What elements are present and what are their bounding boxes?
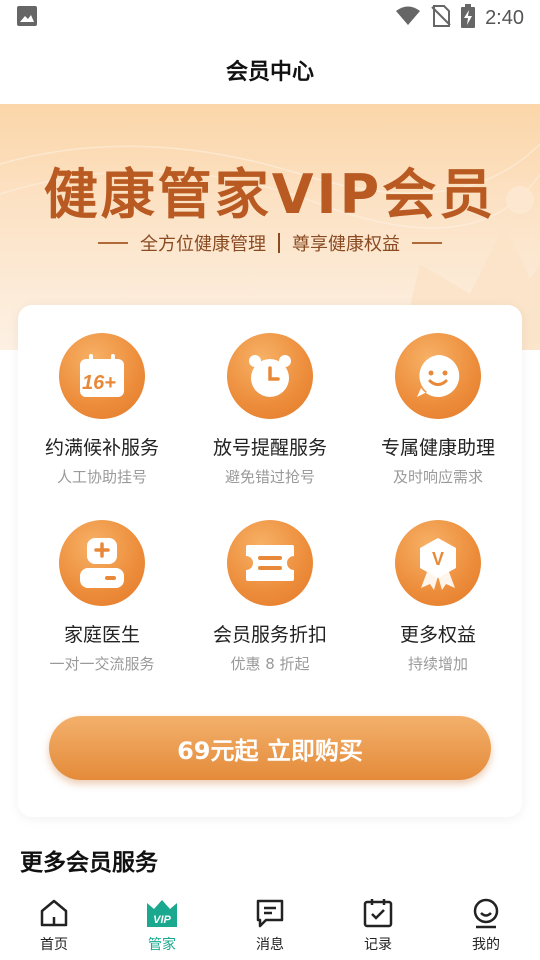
vip-crown-icon: VIP <box>145 896 179 930</box>
coupon-icon <box>227 520 313 606</box>
calendar-check-icon <box>361 896 395 930</box>
home-icon <box>37 896 71 930</box>
tab-records[interactable]: 记录 <box>324 890 432 960</box>
status-bar: 2:40 <box>0 0 540 36</box>
vip-medal-icon: V <box>395 520 481 606</box>
calendar-icon: 16+ <box>59 333 145 419</box>
feature-assistant[interactable]: 专属健康助理 及时响应需求 <box>354 333 522 503</box>
page-title: 会员中心 <box>225 60 314 85</box>
feature-more-benefits[interactable]: V 更多权益 持续增加 <box>354 520 522 690</box>
tab-home[interactable]: 首页 <box>0 890 108 960</box>
tab-label: 记录 <box>364 937 392 953</box>
divider <box>278 233 280 253</box>
alarm-clock-icon <box>227 333 313 419</box>
no-sim-icon <box>431 5 451 31</box>
divider <box>98 242 128 244</box>
tab-vip-badge: VIP <box>153 914 171 926</box>
feature-family-doctor[interactable]: 家庭医生 一对一交流服务 <box>18 520 186 690</box>
medal-badge: V <box>432 549 444 569</box>
nav-bar: 会员中心 <box>0 36 540 104</box>
tab-label: 首页 <box>40 937 68 953</box>
wifi-icon <box>395 6 421 30</box>
benefits-card: 16+ 约满候补服务 人工协助挂号 放号提醒服务 避免错过抢号 专属健康助理 及… <box>18 305 522 817</box>
tab-label: 我的 <box>472 937 500 953</box>
battery-charging-icon <box>461 4 476 32</box>
clock: 2:40 <box>485 6 524 29</box>
buy-now-button[interactable]: 69元起 立即购买 <box>49 716 491 780</box>
tab-label: 管家 <box>148 937 176 953</box>
banner-subtitle-right: 尊享健康权益 <box>292 234 400 255</box>
section-title: 更多会员服务 <box>20 850 158 876</box>
feature-reminder[interactable]: 放号提醒服务 避免错过抢号 <box>186 333 354 503</box>
tab-label: 消息 <box>256 937 284 953</box>
feature-title: 家庭医生 <box>63 624 140 646</box>
feature-title: 放号提醒服务 <box>212 437 327 459</box>
feature-desc: 优惠 8 折起 <box>230 655 310 673</box>
feature-title: 约满候补服务 <box>44 437 159 459</box>
gallery-notification-icon <box>16 5 38 31</box>
feature-desc: 人工协助挂号 <box>56 468 147 486</box>
doctor-icon <box>59 520 145 606</box>
divider <box>412 242 442 244</box>
feature-discount[interactable]: 会员服务折扣 优惠 8 折起 <box>186 520 354 690</box>
smiley-chat-icon <box>395 333 481 419</box>
feature-desc: 持续增加 <box>407 655 468 673</box>
profile-icon <box>469 896 503 930</box>
tab-messages[interactable]: 消息 <box>216 890 324 960</box>
tab-mine[interactable]: 我的 <box>432 890 540 960</box>
feature-title: 更多权益 <box>399 624 476 646</box>
calendar-badge: 16+ <box>82 372 116 394</box>
feature-title: 专属健康助理 <box>380 437 495 459</box>
feature-desc: 一对一交流服务 <box>49 655 155 673</box>
feature-desc: 避免错过抢号 <box>224 468 315 486</box>
banner-title: 健康管家VIP会员 <box>43 163 497 226</box>
banner-subtitle: 全方位健康管理 尊享健康权益 <box>0 230 540 256</box>
feature-desc: 及时响应需求 <box>392 468 483 486</box>
message-icon <box>253 896 287 930</box>
banner-subtitle-left: 全方位健康管理 <box>140 234 266 255</box>
feature-title: 会员服务折扣 <box>212 624 327 646</box>
tab-butler[interactable]: VIP 管家 <box>108 890 216 960</box>
bottom-tab-bar: 首页 VIP 管家 消息 记录 我的 <box>0 890 540 960</box>
feature-waitlist[interactable]: 16+ 约满候补服务 人工协助挂号 <box>18 333 186 503</box>
